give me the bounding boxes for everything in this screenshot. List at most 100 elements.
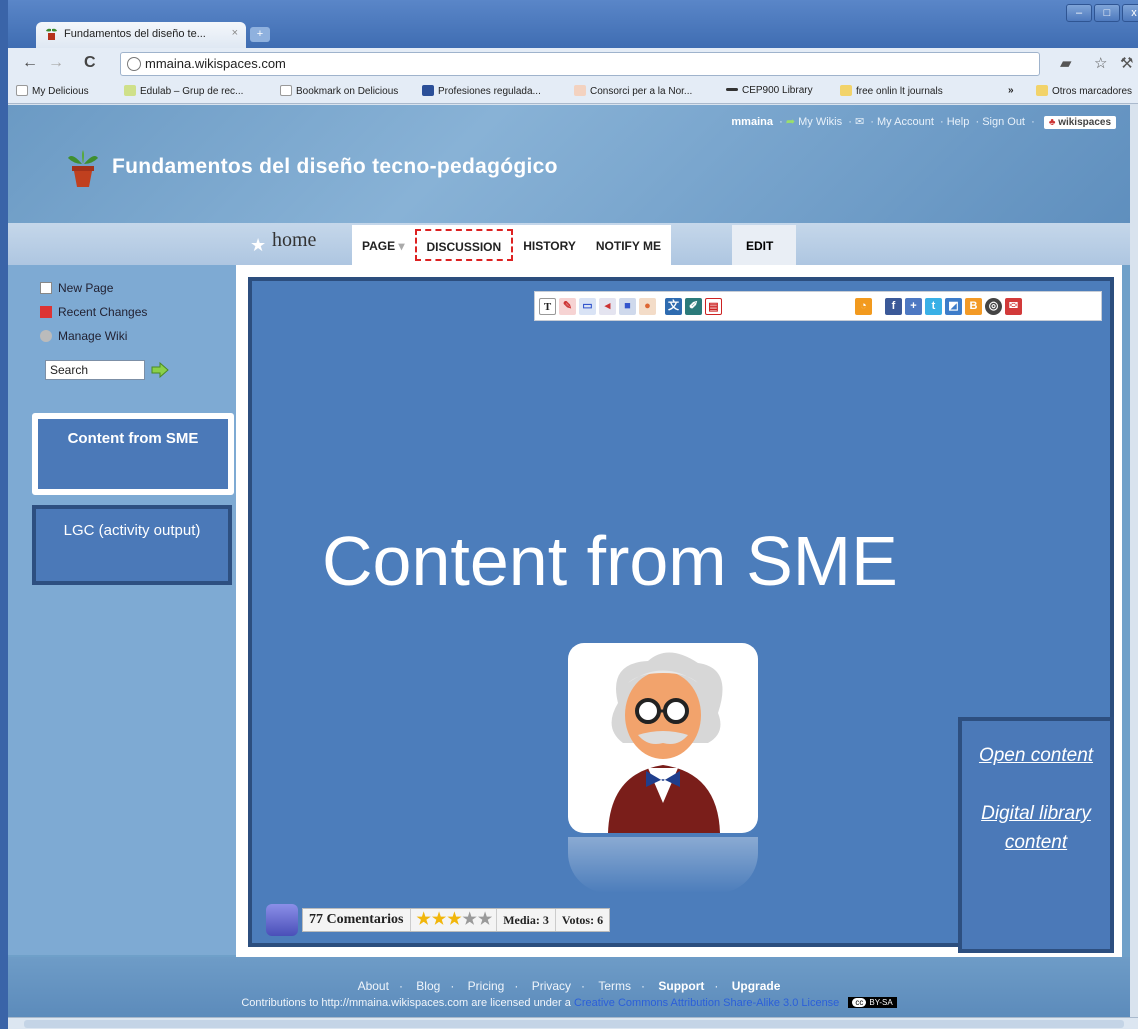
save-icon[interactable]: ■ [619,298,636,315]
tab-title: Fundamentos del diseño te... [64,28,206,40]
mail-icon[interactable]: ✉ [855,116,864,128]
digital-library-content-link[interactable]: Digital library content [962,799,1110,857]
bookmark-item[interactable]: Otros marcadores [1036,85,1132,97]
bookmark-item[interactable]: My Delicious [16,85,89,97]
site-footer: About · Blog · Pricing · Privacy · Terms · Su… [8,957,1130,1017]
new-page-icon [40,282,52,294]
window-frame [0,48,8,1029]
back-arrow-icon[interactable]: ← [22,54,38,72]
professor-avatar [568,643,758,833]
delicious-icon[interactable]: ◩ [945,298,962,315]
calendar-icon [40,306,52,318]
star-bookmark-icon[interactable]: ☆ [1094,54,1107,72]
horizontal-scrollbar[interactable] [8,1017,1138,1029]
star-icon[interactable]: ★ [447,911,461,928]
links-spacer [962,770,1110,799]
pdf-icon[interactable]: ▤ [705,298,722,315]
arrow-right-icon[interactable] [151,362,169,378]
email-icon[interactable]: ✉ [1005,298,1022,315]
rating-stars[interactable]: ★ ★ ★ ★ ★ [411,909,498,931]
license-link[interactable]: Creative Commons Attribution Share-Alike… [574,997,839,1009]
tab-history[interactable]: HISTORY [513,225,586,265]
footer-upgrade-link[interactable]: Upgrade [732,979,781,993]
palette-icon[interactable]: ● [639,298,656,315]
plant-favicon-icon [46,28,57,40]
bookmark-item[interactable]: Edulab – Grup de rec... [124,85,243,97]
star-icon[interactable]: ★ [432,911,446,928]
lgc-activity-output-box[interactable]: LGC (activity output) [32,505,232,585]
footer-about-link[interactable]: About [358,979,389,993]
comments-count[interactable]: 77 Comentarios [303,909,411,931]
share-toolbar: T ✎ ▭ ◂ ■ ● 文 ✐ ▤ ◔ f + t ◩ B ◎ ✉ [534,291,1102,321]
site-header: mmaina · ➦ My Wikis · ✉ · My Account · H… [8,105,1130,223]
text-icon[interactable]: T [539,298,556,315]
top-nav: mmaina · ➦ My Wikis · ✉ · My Account · H… [731,115,1116,129]
help-link[interactable]: Help [947,116,970,128]
bookmark-item[interactable]: Consorci per a la Nor... [574,85,692,97]
search-input[interactable]: Search [45,360,145,380]
forward-arrow-icon[interactable]: → [48,54,64,72]
browser-tab[interactable]: Fundamentos del diseño te... × [36,22,246,48]
bookmark-item[interactable]: Bookmark on Delicious [280,85,398,97]
footer-terms-link[interactable]: Terms [598,979,631,993]
star-icon[interactable]: ★ [463,911,477,928]
consorci-icon [574,85,586,96]
page-tabs: PAGE ▾ DISCUSSION HISTORY NOTIFY ME [352,225,671,265]
scrollbar-thumb[interactable] [24,1020,1124,1028]
annotate-icon[interactable]: ✎ [559,298,576,315]
star-icon[interactable]: ★ [478,911,492,928]
tab-page[interactable]: PAGE ▾ [352,225,415,265]
speaker-icon[interactable]: ◂ [599,298,616,315]
bookmarks-overflow-chevron-icon[interactable]: » [1008,85,1014,96]
share-icon[interactable]: + [905,298,922,315]
comments-icon[interactable] [266,904,298,936]
open-content-link[interactable]: Open content [962,741,1110,770]
my-account-link[interactable]: My Account [877,116,934,128]
close-window-button[interactable]: x [1122,4,1138,22]
reload-icon[interactable]: C [84,54,96,72]
blogger-icon[interactable]: B [965,298,982,315]
footer-privacy-link[interactable]: Privacy [532,979,571,993]
translate-icon[interactable]: 文 [665,298,682,315]
address-bar[interactable]: mmaina.wikispaces.com [120,52,1040,76]
star-icon[interactable]: ★ [417,911,431,928]
cc-license-badge[interactable]: cc BY-SA [848,997,897,1008]
username-link[interactable]: mmaina [731,116,773,128]
plant-logo-icon [68,150,98,187]
my-wikis-link[interactable]: My Wikis [798,116,842,128]
bookmark-item[interactable]: free onlin lt journals [840,85,943,97]
sidebar-item-recent-changes[interactable]: Recent Changes [40,305,147,319]
sidebar-item-manage-wiki[interactable]: Manage Wiki [40,329,127,343]
feed-icon[interactable]: ▰ [1060,54,1072,72]
sidebar-item-new-page[interactable]: New Page [40,281,113,295]
digg-icon[interactable]: ◎ [985,298,1002,315]
site-title[interactable]: Fundamentos del diseño tecno-pedagógico [112,155,558,179]
footer-support-link[interactable]: Support [658,979,704,993]
wikispaces-logo[interactable]: ♣ wikispaces [1043,116,1116,129]
footer-pricing-link[interactable]: Pricing [468,979,505,993]
wrench-icon[interactable]: ⚒ [1120,54,1133,72]
maximize-button[interactable]: □ [1094,4,1120,22]
facebook-icon[interactable]: f [885,298,902,315]
sign-out-link[interactable]: Sign Out [982,116,1025,128]
tab-close-icon[interactable]: × [232,27,238,39]
footer-blog-link[interactable]: Blog [416,979,440,993]
bookmark-item[interactable]: Profesiones regulada... [422,85,541,97]
twitter-icon[interactable]: t [925,298,942,315]
my-wikis-icon: ➦ [785,116,796,128]
tab-discussion[interactable]: DISCUSSION [414,229,514,261]
tab-notify-me[interactable]: NOTIFY ME [586,225,671,265]
star-icon[interactable]: ★ [250,235,266,256]
rss-icon[interactable]: ◔ [855,298,872,315]
tab-edit[interactable]: EDIT [732,225,796,265]
rating-votes: Votos: 6 [561,913,604,927]
folder-icon [840,85,852,96]
monitor-icon[interactable]: ▭ [579,298,596,315]
minimize-button[interactable]: – [1066,4,1092,22]
content-from-sme-box[interactable]: Content from SME [32,413,234,495]
bookmarks-bar: My Delicious Edulab – Grup de rec... Boo… [8,80,1138,104]
bookmark-item[interactable]: CEP900 Library [726,85,813,96]
edit-text-icon[interactable]: ✐ [685,298,702,315]
new-tab-button[interactable]: + [250,27,270,42]
cep-icon [726,88,738,91]
